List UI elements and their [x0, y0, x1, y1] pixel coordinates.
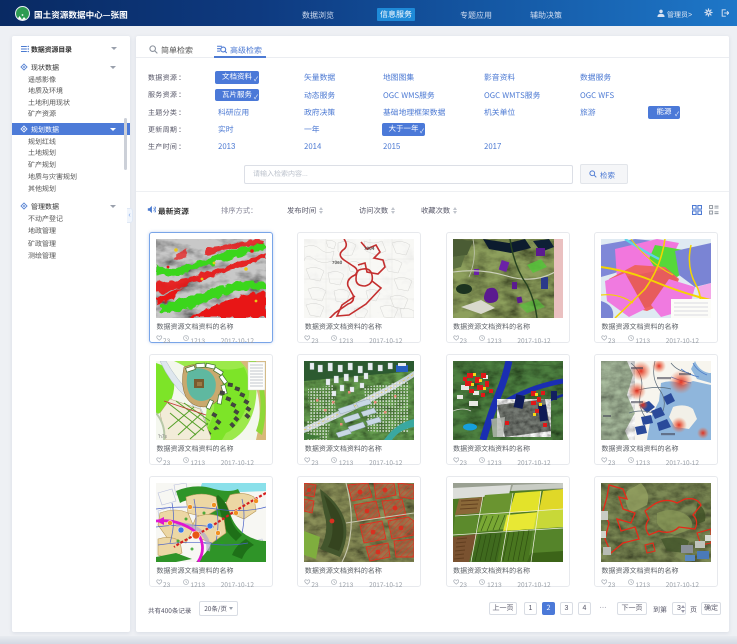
svg-text:7004: 7004 [364, 246, 375, 252]
svg-text:'h7s: 'h7s [158, 433, 168, 440]
svg-text:7060: 7060 [332, 260, 343, 266]
